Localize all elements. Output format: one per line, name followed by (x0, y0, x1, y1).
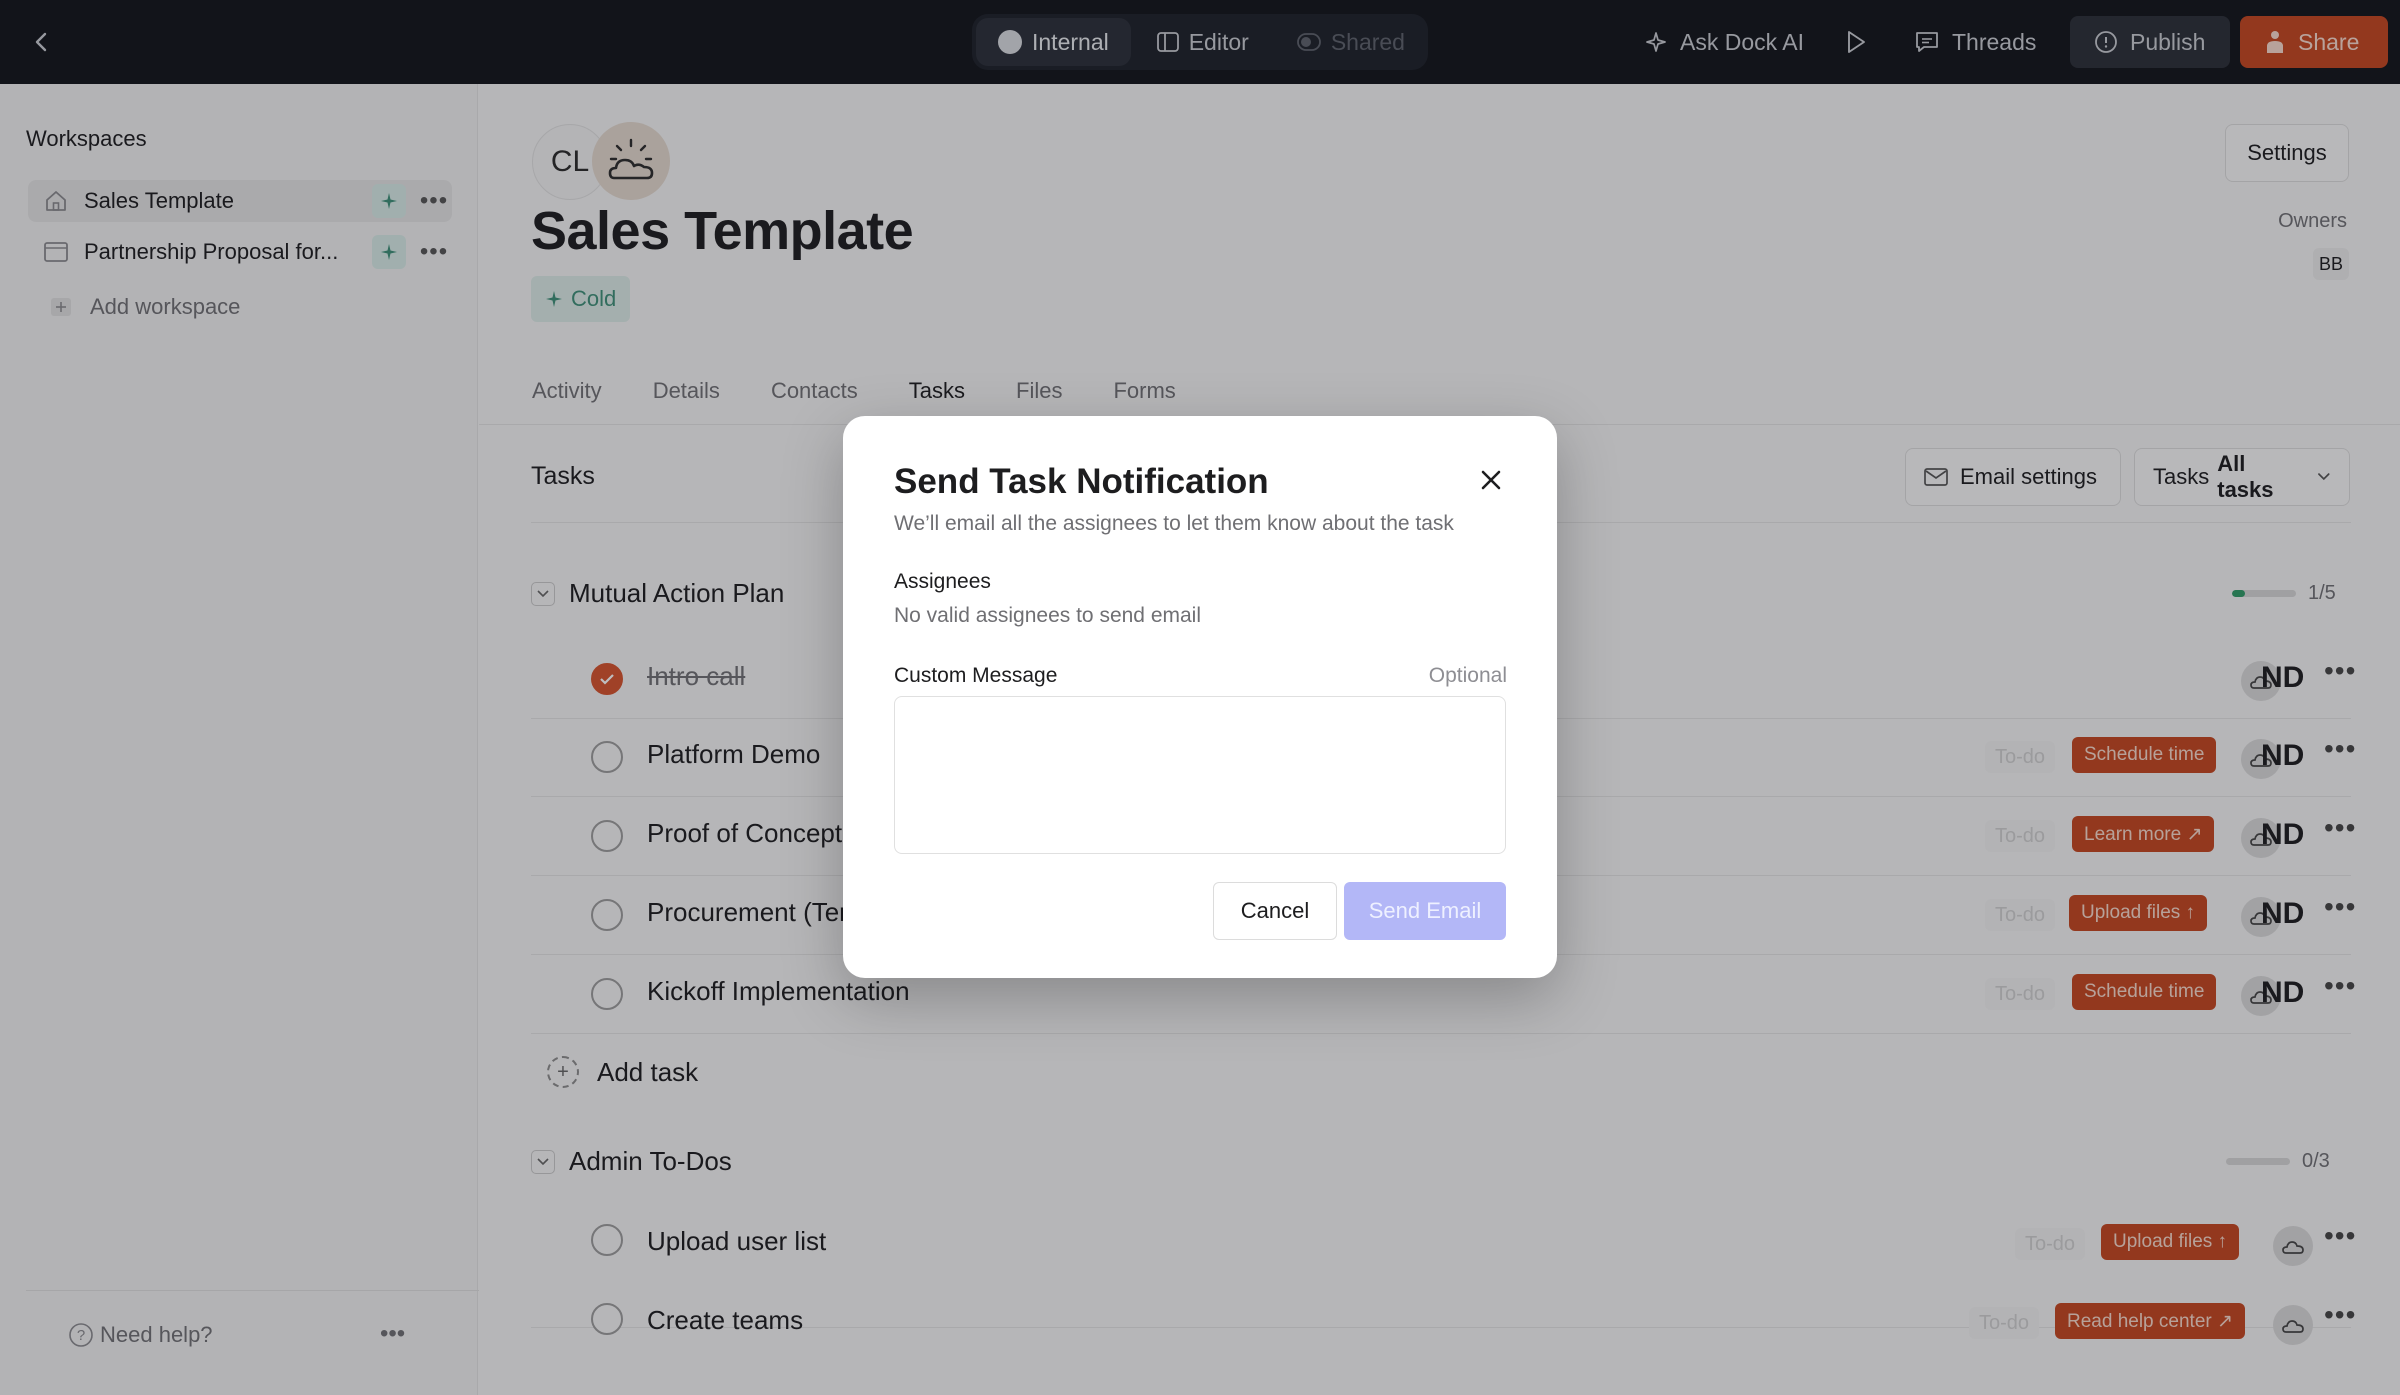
dialog-subtitle: We’ll email all the assignees to let the… (894, 512, 1454, 535)
assignees-label: Assignees (894, 570, 991, 593)
dialog-title: Send Task Notification (894, 462, 1269, 501)
close-icon (1481, 470, 1501, 490)
send-task-notification-dialog: Send Task Notification We’ll email all t… (843, 416, 1557, 978)
close-button[interactable] (1473, 462, 1509, 498)
optional-label: Optional (1428, 664, 1507, 687)
custom-message-input[interactable] (894, 696, 1506, 854)
send-email-button[interactable]: Send Email (1344, 882, 1506, 940)
custom-message-label: Custom Message (894, 664, 1058, 687)
cancel-button[interactable]: Cancel (1213, 882, 1337, 940)
assignees-note: No valid assignees to send email (894, 604, 1202, 627)
